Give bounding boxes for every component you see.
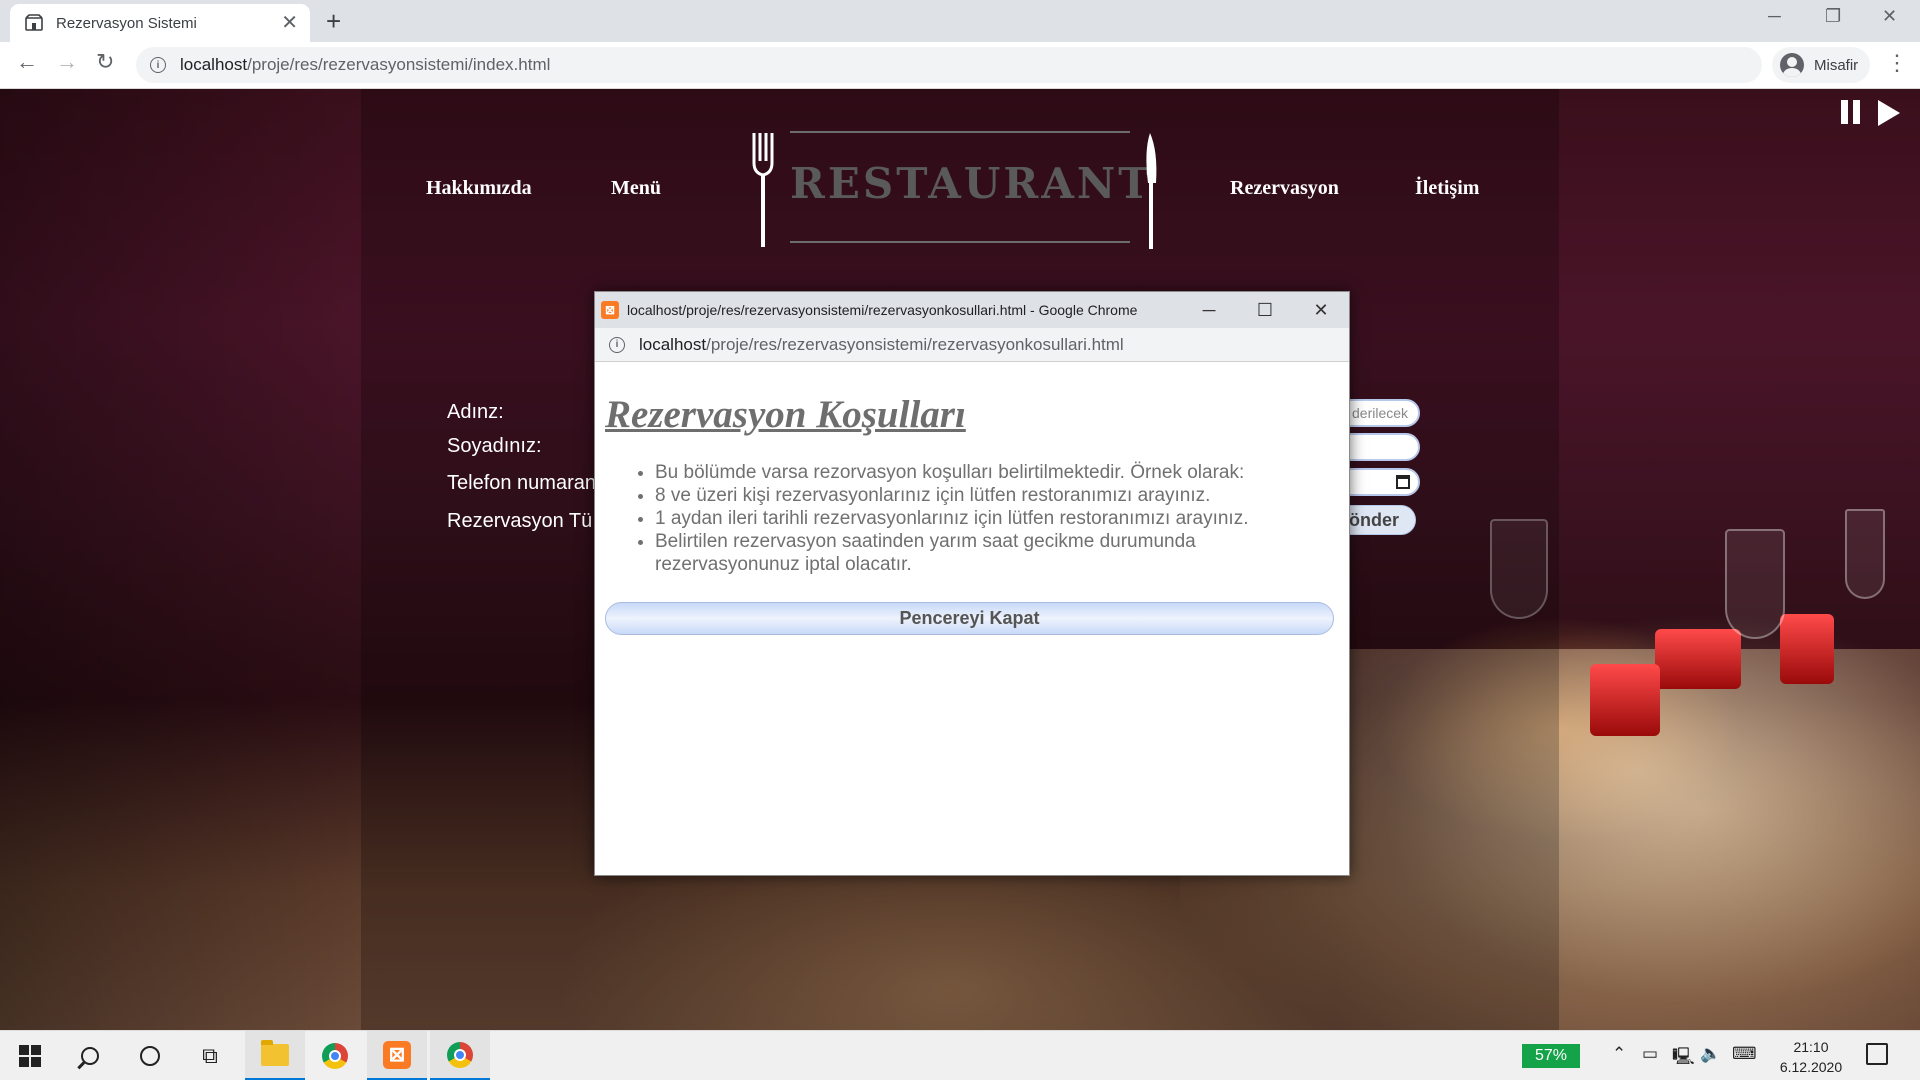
- close-window-button[interactable]: Pencereyi Kapat: [605, 602, 1334, 635]
- restaurant-logo[interactable]: RESTAURANT: [748, 131, 1164, 251]
- profile-label: Misafir: [1814, 56, 1859, 74]
- popup-maximize-button[interactable]: ☐: [1237, 300, 1293, 321]
- popup-address-bar: i localhost/proje/res/rezervasyonsistemi…: [595, 328, 1349, 362]
- logo-text: RESTAURANT: [790, 159, 1153, 208]
- terms-list-item: 1 aydan ileri tarihli rezervasyonlarınız…: [655, 507, 1333, 530]
- browser-tab[interactable]: Rezervasyon Sistemi ✕: [10, 4, 310, 42]
- background-glass: [1845, 509, 1885, 599]
- address-url: localhost/proje/res/rezervasyonsistemi/i…: [180, 55, 551, 74]
- name-label: Adınz:: [447, 401, 504, 423]
- clock-date: 6.12.2020: [1779, 1059, 1843, 1075]
- nav-contact[interactable]: İletişim: [1415, 177, 1479, 200]
- address-bar[interactable]: i localhost/proje/res/rezervasyonsistemi…: [136, 47, 1762, 83]
- popup-body: Rezervasyon Koşulları Bu bölümde varsa r…: [595, 362, 1349, 876]
- taskbar-chrome[interactable]: [305, 1031, 365, 1080]
- clock-time: 21:10: [1793, 1039, 1829, 1055]
- taskbar-chrome-active[interactable]: [430, 1031, 490, 1080]
- terms-list-item: 8 ve üzeri kişi rezervasyonlarınız için …: [655, 484, 1333, 507]
- terms-popup-window: ⊠ localhost/proje/res/rezervasyonsistemi…: [594, 291, 1350, 876]
- calendar-icon[interactable]: [1396, 475, 1410, 489]
- nav-reservation[interactable]: Rezervasyon: [1230, 177, 1339, 200]
- window-close-button[interactable]: ✕: [1882, 6, 1897, 27]
- cortana-icon: [140, 1046, 160, 1066]
- terms-heading: Rezervasyon Koşulları: [605, 393, 966, 436]
- chrome-icon: [322, 1043, 348, 1069]
- background-candle: [1780, 614, 1834, 684]
- battery-percentage[interactable]: 57%: [1522, 1044, 1580, 1068]
- taskbar-file-explorer[interactable]: [245, 1031, 305, 1080]
- popup-url: localhost/proje/res/rezervasyonsistemi/r…: [639, 334, 1124, 354]
- xampp-favicon-icon: ⊠: [601, 301, 619, 319]
- keyboard-icon[interactable]: ⌨: [1732, 1044, 1757, 1064]
- system-clock[interactable]: 21:10 6.12.2020: [1776, 1037, 1846, 1077]
- profile-button[interactable]: Misafir: [1772, 47, 1870, 83]
- browser-toolbar: ← → ↻ i localhost/proje/res/rezervasyons…: [0, 42, 1920, 89]
- phone-label: Telefon numaran: [447, 472, 596, 494]
- file-explorer-icon: [261, 1039, 289, 1066]
- cortana-button[interactable]: [120, 1031, 180, 1080]
- nav-menu[interactable]: Menü: [611, 177, 661, 200]
- background-glass: [1725, 529, 1785, 639]
- battery-icon[interactable]: ▭: [1642, 1044, 1658, 1064]
- pause-icon[interactable]: [1841, 100, 1861, 124]
- task-view-button[interactable]: ⧉: [180, 1031, 240, 1080]
- terms-list-item: Belirtilen rezervasyon saatinden yarım s…: [655, 530, 1333, 576]
- popup-site-info-icon[interactable]: i: [609, 336, 625, 353]
- reservation-type-label: Rezervasyon Tü: [447, 510, 593, 532]
- terms-list: Bu bölümde varsa rezorvasyon koşulları b…: [655, 461, 1333, 576]
- notification-center-icon[interactable]: [1866, 1043, 1888, 1065]
- taskbar-xampp[interactable]: ⊠: [367, 1031, 427, 1080]
- knife-icon: [1146, 133, 1157, 249]
- new-tab-button[interactable]: +: [326, 8, 341, 34]
- search-button[interactable]: [60, 1031, 120, 1080]
- background-candle: [1590, 664, 1660, 736]
- tab-close-icon[interactable]: ✕: [281, 13, 298, 33]
- play-icon[interactable]: [1878, 100, 1900, 126]
- windows-logo-icon: [19, 1045, 41, 1067]
- terms-list-item: Bu bölümde varsa rezorvasyon koşulları b…: [655, 461, 1333, 484]
- network-icon[interactable]: 🖳: [1672, 1044, 1695, 1073]
- show-hidden-icons-icon[interactable]: ⌃: [1612, 1044, 1626, 1064]
- avatar-icon: [1780, 53, 1804, 77]
- window-minimize-button[interactable]: ─: [1768, 6, 1781, 27]
- fork-icon: [752, 133, 774, 247]
- popup-minimize-button[interactable]: ─: [1181, 300, 1237, 321]
- popup-titlebar: ⊠ localhost/proje/res/rezervasyonsistemi…: [595, 292, 1349, 328]
- tab-strip: Rezervasyon Sistemi ✕ + ─ ❐ ✕: [0, 0, 1920, 42]
- nav-about[interactable]: Hakkımızda: [426, 177, 532, 200]
- back-arrow-icon[interactable]: ←: [16, 51, 38, 73]
- popup-title: localhost/proje/res/rezervasyonsistemi/r…: [627, 302, 1138, 318]
- forward-arrow-icon[interactable]: →: [56, 51, 78, 73]
- logo-top-line: [790, 131, 1130, 133]
- search-icon: [81, 1047, 99, 1065]
- browser-menu-icon[interactable]: ⋮: [1886, 52, 1908, 74]
- xampp-icon: ⊠: [383, 1040, 411, 1069]
- task-view-icon: ⧉: [202, 1043, 218, 1068]
- chrome-icon: [447, 1041, 473, 1068]
- surname-label: Soyadınız:: [447, 435, 542, 457]
- restaurant-favicon-icon: [25, 14, 43, 31]
- volume-icon[interactable]: 🔈: [1700, 1044, 1721, 1064]
- reload-icon[interactable]: ↻: [96, 51, 114, 73]
- background-candle: [1655, 629, 1741, 689]
- windows-taskbar: ⧉ ⊠ 57% ⌃ ▭ 🖳 🔈 ⌨ 21:10 6.12.2020: [0, 1030, 1920, 1080]
- logo-bottom-line: [790, 241, 1130, 243]
- popup-close-button[interactable]: ✕: [1293, 300, 1349, 321]
- tab-title: Rezervasyon Sistemi: [56, 14, 197, 32]
- start-button[interactable]: [0, 1031, 60, 1080]
- site-info-icon[interactable]: i: [150, 57, 166, 73]
- window-restore-button[interactable]: ❐: [1825, 6, 1841, 27]
